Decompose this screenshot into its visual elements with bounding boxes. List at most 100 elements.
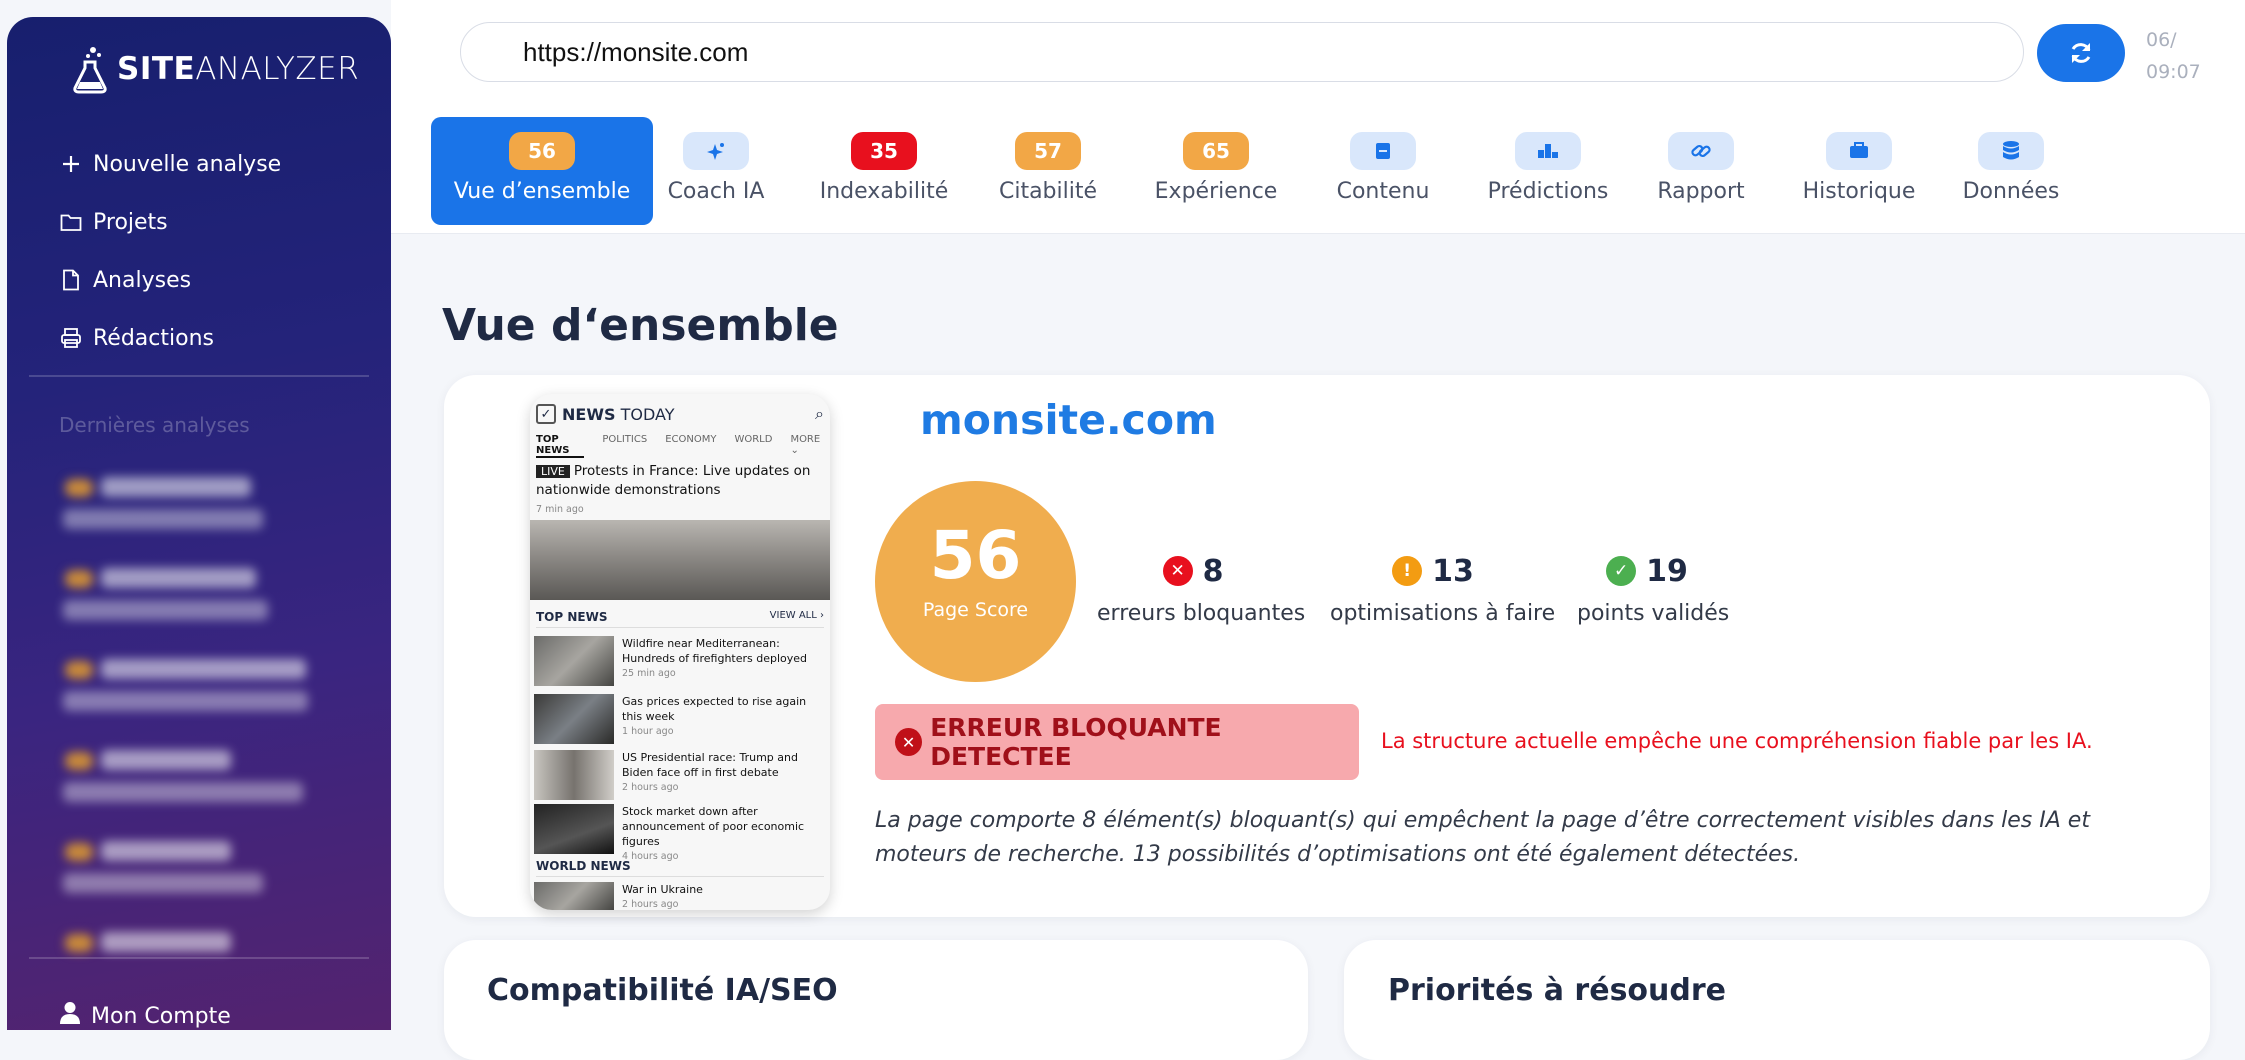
tab-citabilite[interactable]: 57 Citabilité xyxy=(998,117,1098,225)
stat-label: erreurs bloquantes xyxy=(1097,601,1306,626)
tab-predictions[interactable]: Prédictions xyxy=(1483,117,1613,225)
sidebar-item-label: Analyses xyxy=(93,267,192,293)
tab-bar: 56 Vue d’ensemble Coach IA 35 Indexabili… xyxy=(391,110,2245,234)
score-badge: 56 xyxy=(509,132,575,170)
preview-news-item: Gas prices expected to rise again this w… xyxy=(534,694,824,748)
priorities-card-title: Priorités à résoudre xyxy=(1388,973,1727,1008)
sidebar: SITEANALYZER Nouvelle analyse Projets An… xyxy=(7,17,391,1030)
preview-brand: NEWS TODAY xyxy=(562,404,675,424)
analysis-summary: La page comporte 8 élément(s) bloquant(s… xyxy=(875,808,2090,867)
preview-hero-image xyxy=(530,520,830,600)
tab-label: Citabilité xyxy=(998,179,1098,204)
stat-label: points validés xyxy=(1577,601,1730,626)
check-icon: ✓ xyxy=(536,404,556,424)
sidebar-item-projets[interactable]: Projets xyxy=(59,193,281,251)
flask-logo-icon xyxy=(73,47,107,94)
preview-header: ✓ NEWS TODAY ⌕ xyxy=(536,402,824,426)
preview-top-news-header: TOP NEWS VIEW ALL › xyxy=(536,610,824,628)
tab-label: Données xyxy=(1962,179,2060,204)
tab-experience[interactable]: 65 Expérience xyxy=(1154,117,1278,225)
error-icon: ✕ xyxy=(895,728,923,756)
preview-live-headline: LIVE Protests in France: Live updates on … xyxy=(536,463,811,515)
stat-optimisations: ! 13 optimisations à faire xyxy=(1330,553,1556,627)
tab-label: Indexabilité xyxy=(819,179,949,204)
sidebar-nav: Nouvelle analyse Projets Analyses Rédact… xyxy=(59,135,281,367)
app-logo[interactable]: SITEANALYZER xyxy=(69,39,359,99)
preview-news-item: Stock market down after announcement of … xyxy=(534,804,824,862)
sidebar-item-nouvelle-analyse[interactable]: Nouvelle analyse xyxy=(59,135,281,193)
sidebar-item-analyses[interactable]: Analyses xyxy=(59,251,281,309)
preview-world-news-header: WORLD NEWS xyxy=(536,859,824,877)
preview-news-item: War in Ukraine 2 hours ago xyxy=(534,882,824,910)
tab-label: Vue d’ensemble xyxy=(453,179,631,204)
page-score-value: 56 xyxy=(929,517,1022,594)
error-icon: ✕ xyxy=(1162,556,1193,586)
tab-label: Expérience xyxy=(1154,179,1278,204)
analysis-date: 06/09:07 xyxy=(2146,29,2201,83)
page-title: Vue d‘ensemble xyxy=(442,300,839,351)
refresh-icon xyxy=(2071,43,2091,63)
alert-title: ERREUR BLOQUANTE DETECTEE xyxy=(930,713,1222,771)
score-badge: 57 xyxy=(1015,132,1081,170)
stat-count: 13 xyxy=(1432,553,1474,589)
sidebar-item-label: Projets xyxy=(93,209,168,235)
sidebar-item-redactions[interactable]: Rédactions xyxy=(59,309,281,367)
preview-menu: TOP NEWS POLITICS ECONOMY WORLD MORE ⌄ xyxy=(536,434,821,458)
page-score: 56 Page Score xyxy=(875,481,1076,682)
tab-label: Coach IA xyxy=(667,179,765,204)
url-input[interactable] xyxy=(460,22,2024,82)
tab-rapport[interactable]: Rapport xyxy=(1656,117,1746,225)
sidebar-divider xyxy=(29,957,369,959)
stat-label: optimisations à faire xyxy=(1330,601,1556,626)
stat-blocking-errors: ✕ 8 erreurs bloquantes xyxy=(1097,553,1306,627)
recent-analysis-item[interactable] xyxy=(55,833,345,924)
blocking-error-alert: ✕ ERREUR BLOQUANTE DETECTEE xyxy=(875,704,1359,780)
sparkle-icon xyxy=(683,132,749,170)
printer-icon xyxy=(59,326,83,350)
tab-coach-ia[interactable]: Coach IA xyxy=(668,117,764,225)
folder-icon xyxy=(59,210,83,234)
stat-count: 8 xyxy=(1202,553,1224,589)
alert-message: La structure actuelle empêche une compré… xyxy=(1381,729,2093,753)
tab-historique[interactable]: Historique xyxy=(1799,117,1919,225)
recent-analyses-list xyxy=(55,469,345,1015)
score-badge: 35 xyxy=(851,132,917,170)
document-icon xyxy=(59,268,83,292)
tab-contenu[interactable]: Contenu xyxy=(1333,117,1433,225)
tab-label: Rapport xyxy=(1657,179,1745,204)
search-icon: ⌕ xyxy=(815,404,824,423)
tab-indexabilite[interactable]: 35 Indexabilité xyxy=(820,117,948,225)
briefcase-icon xyxy=(1826,132,1892,170)
sidebar-item-label: Nouvelle analyse xyxy=(93,151,282,177)
tab-label: Prédictions xyxy=(1487,179,1609,204)
recent-analysis-item[interactable] xyxy=(55,469,345,560)
plus-icon xyxy=(59,152,83,176)
recent-analyses-title: Dernières analyses xyxy=(59,413,250,437)
preview-news-item: US Presidential race: Trump and Biden fa… xyxy=(534,750,824,804)
sidebar-item-label: Rédactions xyxy=(93,325,214,351)
user-icon xyxy=(59,1001,81,1030)
tab-label: Historique xyxy=(1802,179,1916,204)
stat-count: 19 xyxy=(1646,553,1688,589)
compatibility-card-title: Compatibilité IA/SEO xyxy=(487,973,838,1008)
content-icon xyxy=(1350,132,1416,170)
site-name: monsite.com xyxy=(920,396,1217,444)
score-badge: 65 xyxy=(1183,132,1249,170)
account-label: Mon Compte xyxy=(91,1003,231,1029)
link-icon xyxy=(1668,132,1734,170)
recent-analysis-item[interactable] xyxy=(55,560,345,651)
warning-icon: ! xyxy=(1392,556,1423,586)
tab-donnees[interactable]: Données xyxy=(1961,117,2061,225)
page-score-label: Page Score xyxy=(922,599,1029,621)
recent-analysis-item[interactable] xyxy=(55,651,345,742)
check-icon: ✓ xyxy=(1606,556,1637,586)
sidebar-divider xyxy=(29,375,369,377)
tab-label: Contenu xyxy=(1336,179,1430,204)
logo-text: SITEANALYZER xyxy=(117,51,360,87)
refresh-button[interactable] xyxy=(2037,24,2125,82)
recent-analysis-item[interactable] xyxy=(55,742,345,833)
stat-validated: ✓ 19 points validés xyxy=(1577,553,1730,627)
preview-news-item: Wildfire near Mediterranean: Hundreds of… xyxy=(534,636,824,690)
tab-vue-ensemble[interactable]: 56 Vue d’ensemble xyxy=(431,117,653,225)
sidebar-item-account[interactable]: Mon Compte xyxy=(59,1001,231,1030)
